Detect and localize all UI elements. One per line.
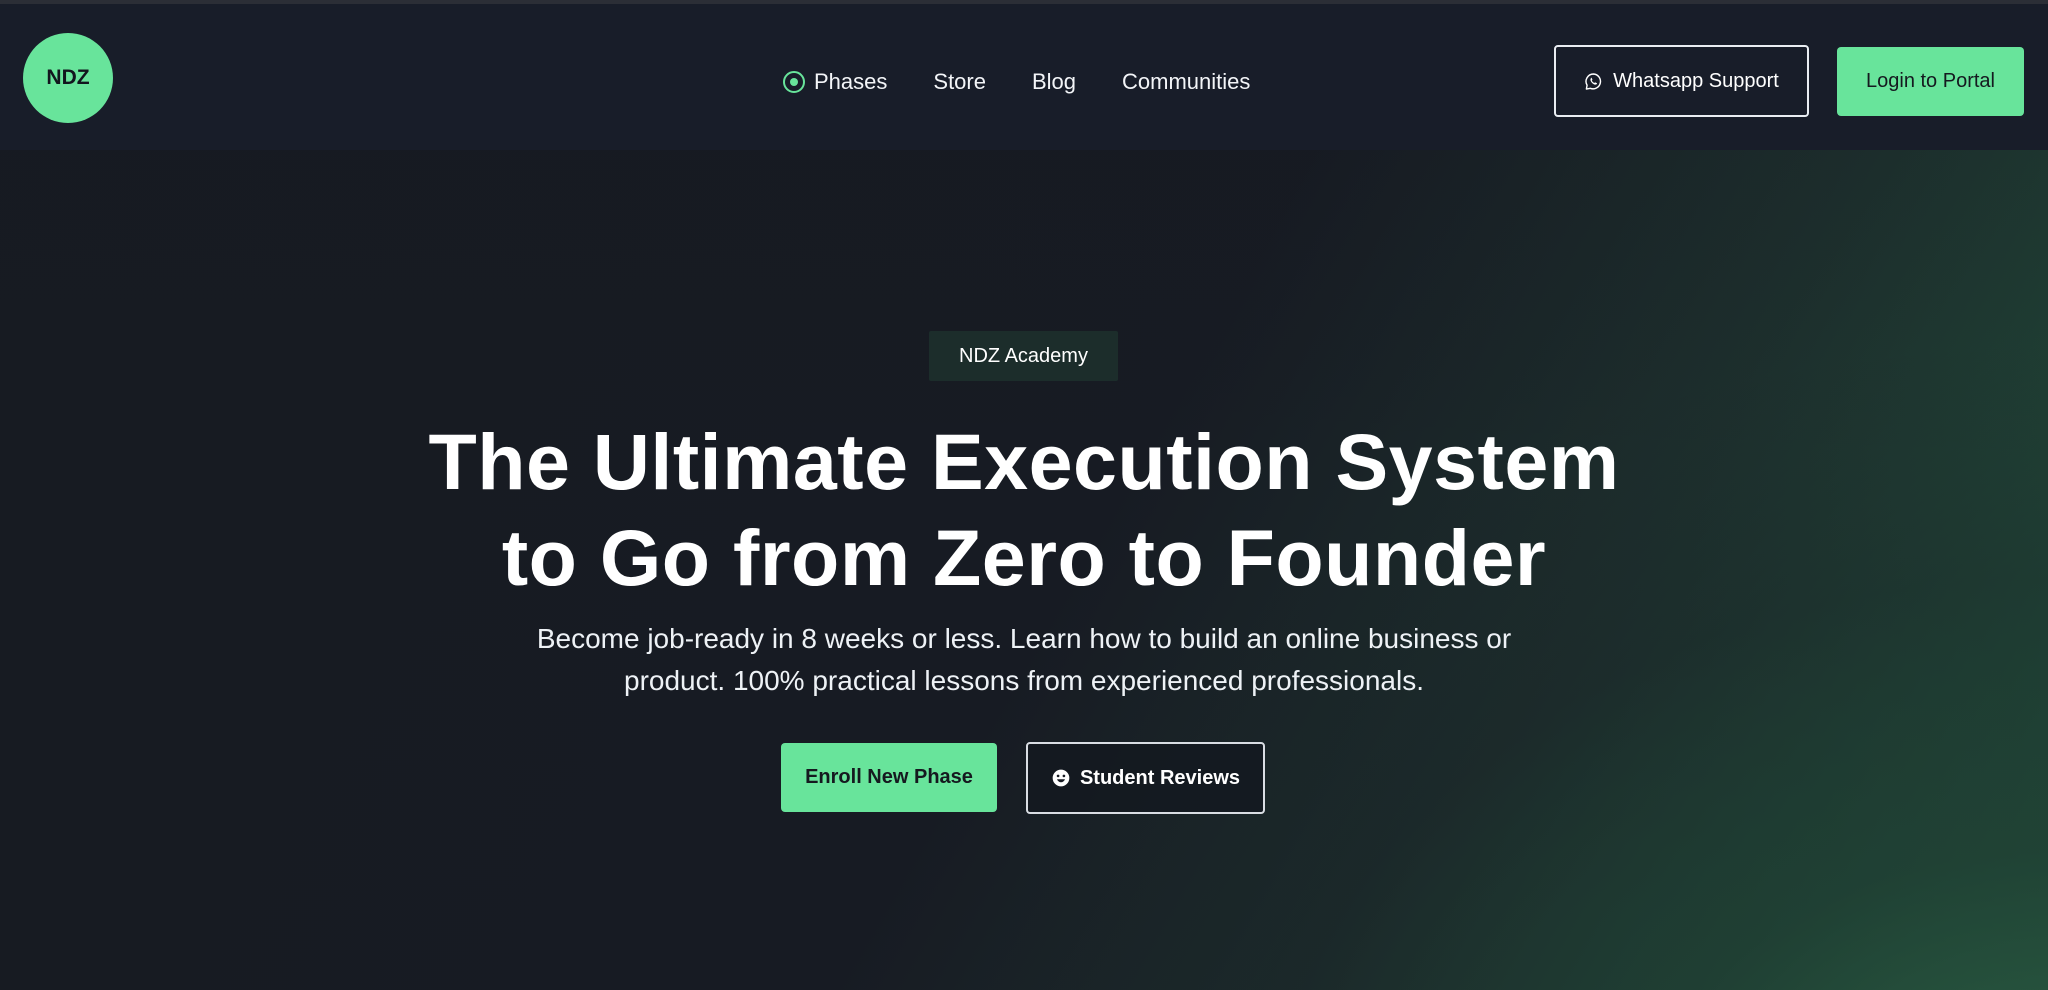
student-reviews-label: Student Reviews [1079,766,1241,789]
smiley-face-icon [1052,769,1070,787]
nav-link-communities[interactable]: Communities [1122,69,1250,95]
hero-headline: The Ultimate Execution System to Go from… [274,414,1774,606]
whatsapp-support-button[interactable]: Whatsapp Support [1554,45,1809,117]
landing-page: NDZ Phases Store Blog Communities Whatsa… [0,0,2048,990]
enroll-button-label: Enroll New Phase [805,766,973,788]
hero-subtitle: Become job-ready in 8 weeks or less. Lea… [474,618,1574,702]
hero-headline-line-1: The Ultimate Execution System [428,417,1620,506]
primary-navigation: Phases Store Blog Communities [783,58,1250,106]
whatsapp-icon [1585,72,1602,90]
nav-label-blog: Blog [1031,69,1077,94]
hero-subtitle-line-1: Become job-ready in 8 weeks or less. Lea… [536,623,1512,654]
radio-dot-icon [783,71,805,93]
student-reviews-button[interactable]: Student Reviews [1026,742,1265,814]
enroll-new-phase-button[interactable]: Enroll New Phase [781,743,997,812]
ndz-logo[interactable]: NDZ [23,33,113,123]
login-label: Login to Portal [1866,70,1995,92]
nav-link-phases[interactable]: Phases [783,69,887,95]
login-to-portal-button[interactable]: Login to Portal [1837,47,2024,116]
nav-link-blog[interactable]: Blog [1032,69,1076,95]
nav-label-store: Store [933,69,986,94]
nav-label-communities: Communities [1122,69,1251,94]
nav-link-store[interactable]: Store [933,69,986,95]
whatsapp-support-label: Whatsapp Support [1613,69,1779,92]
hero-section: NDZ Academy The Ultimate Execution Syste… [0,150,2048,990]
logo-text: NDZ [46,66,90,89]
hero-headline-line-2: to Go from Zero to Founder [501,513,1547,602]
nav-label-phases: Phases [814,69,888,94]
hero-subtitle-line-2: product. 100% practical lessons from exp… [624,665,1424,696]
academy-badge-text: NDZ Academy [959,344,1088,367]
top-navigation-bar: NDZ Phases Store Blog Communities Whatsa… [0,4,2048,150]
academy-badge: NDZ Academy [929,331,1118,381]
